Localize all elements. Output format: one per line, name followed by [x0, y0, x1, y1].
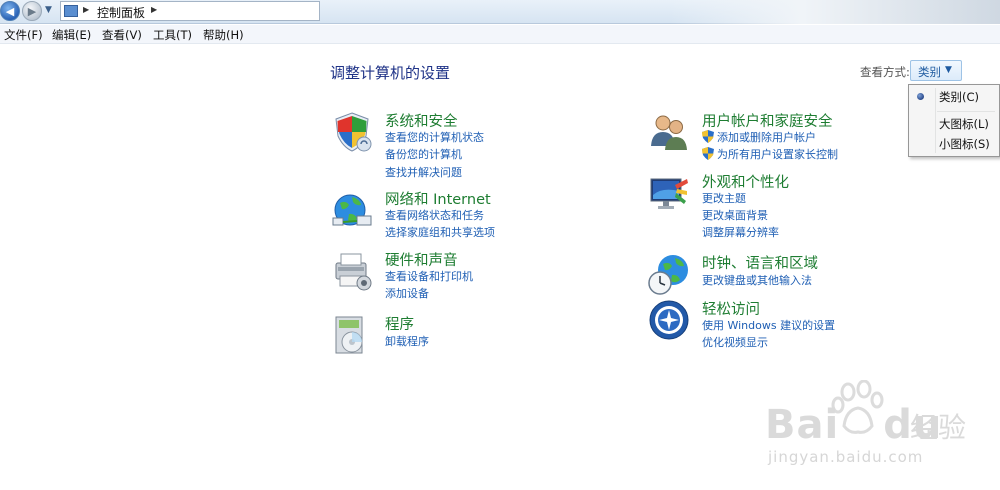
category-appearance: 外观和个性化 更改主题 更改桌面背景 调整屏幕分辨率	[647, 171, 907, 241]
chevron-right-icon[interactable]: ▶	[151, 5, 157, 14]
menu-option-category[interactable]: 类别(C)	[939, 89, 979, 105]
category-user-accounts: 用户帐户和家庭安全 添加或删除用户帐户 为所有用户设置家长控制	[647, 110, 907, 162]
link-view-computer-status[interactable]: 查看您的计算机状态	[385, 129, 484, 145]
address-field[interactable]: ▶ 控制面板 ▶	[60, 1, 320, 21]
category-programs: 程序 卸载程序	[330, 313, 590, 358]
menu-edit[interactable]: 编辑(E)	[52, 27, 91, 43]
link-label: 添加或删除用户帐户	[717, 131, 816, 144]
link-label: 为所有用户设置家长控制	[717, 148, 838, 161]
recent-pages-dropdown-icon[interactable]: ▼	[45, 5, 52, 15]
ease-of-access-icon[interactable]	[647, 298, 691, 342]
menu-tools[interactable]: 工具(T)	[153, 27, 192, 43]
link-keyboard-input[interactable]: 更改键盘或其他输入法	[702, 272, 812, 288]
link-network-status[interactable]: 查看网络状态和任务	[385, 207, 484, 223]
category-title[interactable]: 外观和个性化	[702, 171, 789, 192]
link-devices-printers[interactable]: 查看设备和打印机	[385, 268, 473, 284]
link-desktop-background[interactable]: 更改桌面背景	[702, 207, 768, 223]
menu-help[interactable]: 帮助(H)	[203, 27, 244, 43]
category-clock-language-region: 时钟、语言和区域 更改键盘或其他输入法	[647, 252, 907, 297]
category-network-internet: 网络和 Internet 查看网络状态和任务 选择家庭组和共享选项	[330, 188, 590, 240]
link-parental-controls[interactable]: 为所有用户设置家长控制	[702, 146, 838, 162]
category-title[interactable]: 用户帐户和家庭安全	[702, 110, 833, 131]
view-by-label: 查看方式:	[860, 65, 910, 79]
menu-bar: 文件(F) 编辑(E) 查看(V) 工具(T) 帮助(H)	[0, 25, 1000, 44]
monitor-paint-icon[interactable]	[647, 171, 691, 215]
link-add-remove-accounts[interactable]: 添加或删除用户帐户	[702, 129, 816, 145]
link-add-device[interactable]: 添加设备	[385, 285, 429, 301]
link-screen-resolution[interactable]: 调整屏幕分辨率	[702, 224, 779, 240]
category-hardware-sound: 硬件和声音 查看设备和打印机 添加设备	[330, 249, 590, 301]
menu-file[interactable]: 文件(F)	[4, 27, 43, 43]
breadcrumb-control-panel[interactable]: 控制面板	[97, 4, 145, 21]
chevron-down-icon: ▼	[945, 65, 952, 75]
category-title[interactable]: 网络和 Internet	[385, 188, 491, 209]
programs-icon[interactable]	[330, 313, 374, 357]
network-globe-icon[interactable]	[330, 188, 374, 232]
clock-globe-icon[interactable]	[647, 252, 691, 296]
back-button[interactable]: ◀	[0, 1, 20, 21]
printer-icon[interactable]	[330, 249, 374, 293]
link-troubleshoot[interactable]: 查找并解决问题	[385, 164, 462, 180]
category-title[interactable]: 时钟、语言和区域	[702, 252, 818, 273]
view-by-menu: 类别(C) 大图标(L) 小图标(S)	[908, 84, 1000, 157]
category-system-security: 系统和安全 查看您的计算机状态 备份您的计算机 查找并解决问题	[330, 110, 590, 180]
link-backup-computer[interactable]: 备份您的计算机	[385, 146, 462, 162]
menu-gutter	[935, 88, 936, 153]
uac-shield-icon	[702, 147, 714, 160]
control-panel-icon	[64, 5, 78, 17]
category-title[interactable]: 轻松访问	[702, 298, 760, 319]
link-optimize-display[interactable]: 优化视频显示	[702, 334, 768, 350]
watermark-jingyan: 经验	[910, 411, 967, 444]
chevron-right-icon[interactable]: ▶	[83, 5, 89, 14]
link-recommended-settings[interactable]: 使用 Windows 建议的设置	[702, 317, 835, 333]
back-arrow-icon: ◀	[5, 4, 15, 18]
category-ease-of-access: 轻松访问 使用 Windows 建议的设置 优化视频显示	[647, 298, 907, 350]
shield-icon[interactable]	[330, 110, 374, 154]
category-title[interactable]: 程序	[385, 313, 414, 334]
address-bar: ◀ ▶ ▼ ▶ 控制面板 ▶	[0, 0, 1000, 24]
page-title: 调整计算机的设置	[330, 64, 451, 82]
menu-option-small-icons[interactable]: 小图标(S)	[939, 136, 990, 152]
link-homegroup-sharing[interactable]: 选择家庭组和共享选项	[385, 224, 495, 240]
title-bar-glass	[670, 0, 1000, 24]
forward-button[interactable]: ▶	[22, 1, 42, 21]
radio-bullet-icon	[917, 93, 924, 100]
view-by-dropdown[interactable]: 类别 ▼	[910, 60, 962, 81]
menu-view[interactable]: 查看(V)	[102, 27, 142, 43]
category-title[interactable]: 硬件和声音	[385, 249, 458, 270]
uac-shield-icon	[702, 130, 714, 143]
forward-arrow-icon: ▶	[27, 4, 37, 18]
link-change-theme[interactable]: 更改主题	[702, 190, 746, 206]
watermark-url: jingyan.baidu.com	[768, 448, 924, 466]
menu-option-large-icons[interactable]: 大图标(L)	[939, 116, 989, 132]
link-uninstall-program[interactable]: 卸载程序	[385, 333, 429, 349]
users-icon[interactable]	[647, 110, 691, 154]
baidu-watermark: Bai du 经验 jingyan.baidu.com	[760, 380, 990, 475]
category-title[interactable]: 系统和安全	[385, 110, 458, 131]
view-by-value: 类别	[918, 65, 941, 79]
menu-divider	[937, 111, 995, 112]
